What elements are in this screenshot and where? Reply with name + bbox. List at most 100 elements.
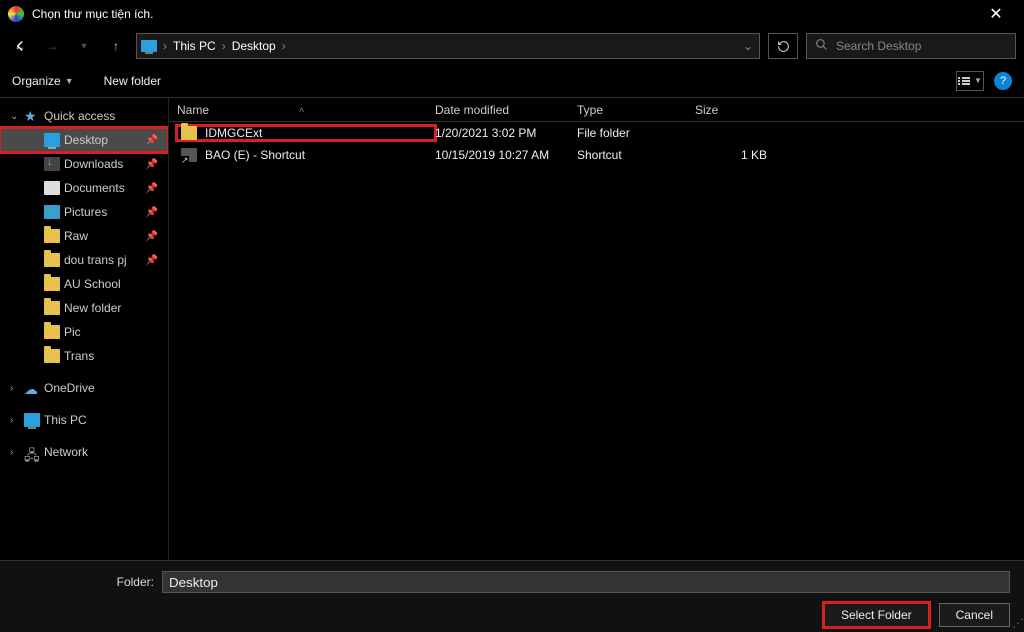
dialog-footer: Folder: Select Folder Cancel ⋰ [0, 560, 1024, 632]
file-name: IDMGCExt [205, 126, 262, 140]
file-size: 1 KB [695, 148, 775, 162]
address-bar[interactable]: › This PC › Desktop › ⌄ [136, 33, 760, 59]
tree-item-documents[interactable]: Documents 📌 [0, 176, 168, 200]
cancel-button[interactable]: Cancel [939, 603, 1010, 627]
doc-icon [44, 181, 60, 195]
tree-item-label: New folder [64, 301, 121, 315]
file-date: 1/20/2021 3:02 PM [435, 126, 577, 140]
file-type: Shortcut [577, 148, 695, 162]
folder-icon [44, 277, 60, 291]
tree-item-label: Network [44, 445, 88, 459]
folder-input[interactable] [162, 571, 1010, 593]
tree-item-trans[interactable]: Trans [0, 344, 168, 368]
tree-item-au-school[interactable]: AU School [0, 272, 168, 296]
chevron-right-icon: › [163, 39, 167, 53]
tree-item-raw[interactable]: Raw 📌 [0, 224, 168, 248]
tree-item-label: OneDrive [44, 381, 95, 395]
pc-icon [141, 40, 157, 52]
folder-label: Folder: [14, 575, 154, 589]
sort-indicator-icon: ˄ [299, 105, 304, 115]
tree-item-desktop[interactable]: Desktop 📌 [0, 128, 168, 152]
tree-item-network[interactable]: › 🖧 Network [0, 440, 168, 464]
tree-item-onedrive[interactable]: ›☁OneDrive [0, 376, 168, 400]
select-folder-button[interactable]: Select Folder [824, 603, 929, 627]
search-icon [815, 38, 828, 54]
tree-item-pictures[interactable]: Pictures 📌 [0, 200, 168, 224]
pin-icon: 📌 [146, 207, 158, 218]
file-type: File folder [577, 126, 695, 140]
col-name[interactable]: Name [177, 103, 209, 117]
tree-item-new-folder[interactable]: New folder [0, 296, 168, 320]
forward-button[interactable]: → [40, 34, 64, 58]
folder-icon [181, 126, 197, 140]
tree-item-pic[interactable]: Pic [0, 320, 168, 344]
up-button[interactable]: ↑ [104, 34, 128, 58]
pin-icon: 📌 [146, 231, 158, 242]
pin-icon: 📌 [146, 255, 158, 266]
search-box[interactable]: Search Desktop [806, 33, 1016, 59]
tree-item-label: Pictures [64, 205, 107, 219]
new-folder-button[interactable]: New folder [104, 74, 161, 88]
file-row[interactable]: IDMGCExt 1/20/2021 3:02 PMFile folder [169, 122, 1024, 144]
pin-icon: 📌 [146, 135, 158, 146]
tree-item-label: Quick access [44, 109, 115, 123]
chevron-icon: › [10, 447, 20, 458]
file-list: Name ˄ Date modified Type Size IDMGCExt 1/… [168, 98, 1024, 566]
organize-button[interactable]: Organize▼ [12, 74, 74, 88]
chevron-right-icon: › [222, 39, 226, 53]
tree-item-label: Pic [64, 325, 81, 339]
file-name: BAO (E) - Shortcut [205, 148, 305, 162]
resize-grip[interactable]: ⋰ [1012, 616, 1022, 630]
pin-icon: 📌 [146, 183, 158, 194]
col-type[interactable]: Type [577, 103, 695, 117]
down-icon [44, 157, 60, 171]
close-button[interactable]: ✕ [976, 4, 1016, 24]
tree-item-dou-trans-pj[interactable]: dou trans pj 📌 [0, 248, 168, 272]
app-icon [8, 6, 24, 22]
chevron-icon: › [10, 415, 20, 426]
back-button[interactable]: ← [8, 34, 32, 58]
shortcut-icon [181, 148, 197, 162]
folder-icon [44, 301, 60, 315]
file-date: 10/15/2019 10:27 AM [435, 148, 577, 162]
recent-dropdown[interactable]: ▾ [72, 34, 96, 58]
column-headers[interactable]: Name ˄ Date modified Type Size [169, 98, 1024, 122]
crumb-desktop[interactable]: Desktop [232, 39, 276, 53]
file-row[interactable]: BAO (E) - Shortcut 10/15/2019 10:27 AMSho… [169, 144, 1024, 166]
tree-item-this-pc[interactable]: › This PC [0, 408, 168, 432]
folder-icon [44, 253, 60, 267]
title-bar: Chọn thư mục tiện ích. ✕ [0, 0, 1024, 28]
crumb-this-pc[interactable]: This PC [173, 39, 216, 53]
tree-item-quick-access[interactable]: ⌄ ★ Quick access [0, 104, 168, 128]
tree-item-label: Documents [64, 181, 125, 195]
desktop-icon [44, 133, 60, 147]
tree-item-label: This PC [44, 413, 87, 427]
window-title: Chọn thư mục tiện ích. [32, 7, 976, 21]
help-button[interactable]: ? [994, 72, 1012, 90]
folder-icon [44, 325, 60, 339]
tree-item-label: Desktop [64, 133, 108, 147]
refresh-button[interactable] [768, 33, 798, 59]
address-dropdown[interactable]: ⌄ [743, 39, 753, 53]
col-date[interactable]: Date modified [435, 103, 577, 117]
toolbar: Organize▼ New folder ▼ ? [0, 64, 1024, 98]
tree-item-label: Trans [64, 349, 94, 363]
folder-icon [44, 349, 60, 363]
nav-tree: ⌄★Quick accessDesktop📌Downloads📌Document… [0, 98, 168, 566]
chevron-icon: ⌄ [10, 111, 20, 122]
tree-item-label: Raw [64, 229, 88, 243]
chevron-icon: › [10, 383, 20, 394]
view-options-button[interactable]: ▼ [956, 71, 984, 91]
search-placeholder: Search Desktop [836, 39, 921, 53]
pc-icon [24, 413, 40, 427]
pic-icon [44, 205, 60, 219]
pin-icon: 📌 [146, 159, 158, 170]
net-icon: 🖧 [24, 445, 40, 459]
tree-item-downloads[interactable]: Downloads📌 [0, 152, 168, 176]
nav-bar: ← → ▾ ↑ › This PC › Desktop › ⌄ Search D… [0, 28, 1024, 64]
folder-icon [44, 229, 60, 243]
star-icon: ★ [24, 109, 40, 123]
tree-item-label: dou trans pj [64, 253, 127, 267]
col-size[interactable]: Size [695, 103, 775, 117]
tree-item-label: AU School [64, 277, 121, 291]
